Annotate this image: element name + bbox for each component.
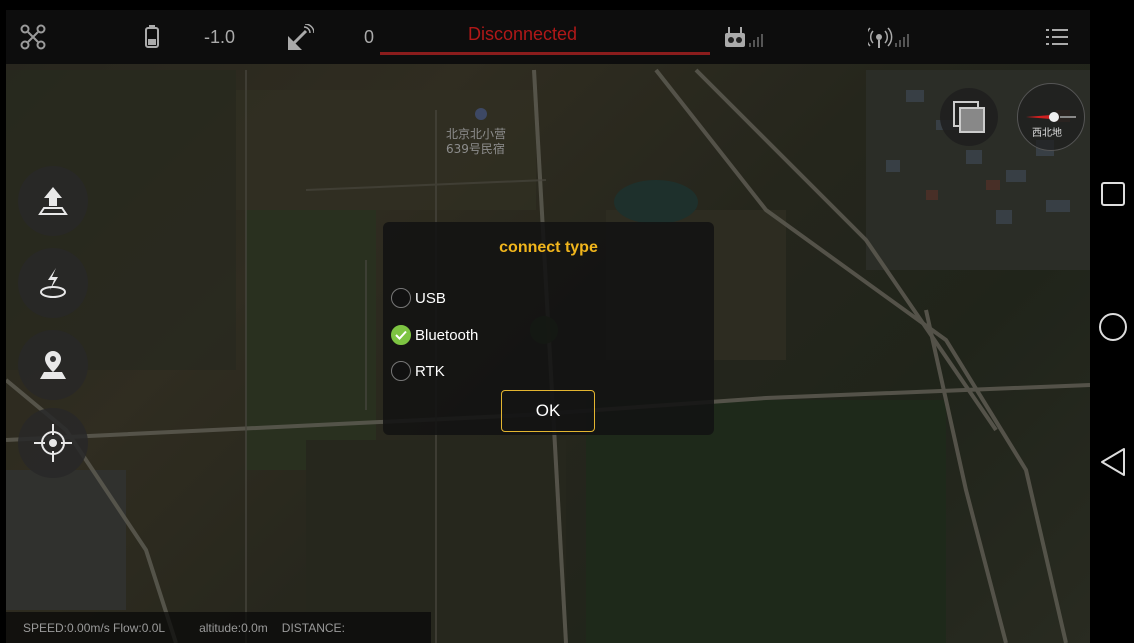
locate-button[interactable] bbox=[18, 408, 88, 478]
connection-status: Disconnected bbox=[468, 24, 578, 44]
android-navigation-bar bbox=[1090, 0, 1134, 643]
home-icon[interactable] bbox=[1098, 312, 1128, 342]
location-pin-icon bbox=[40, 351, 66, 379]
takeoff-icon bbox=[38, 187, 68, 215]
battery-value: -1.0 bbox=[204, 26, 236, 47]
battery-icon bbox=[144, 10, 160, 64]
option-rtk[interactable]: RTK bbox=[391, 359, 445, 383]
option-label: RTK bbox=[415, 362, 445, 380]
back-icon[interactable] bbox=[1100, 447, 1126, 477]
altitude-readout: altitude:0.0m bbox=[199, 620, 268, 635]
app-screen: 北京北小营 639号民宿 -1.0 0 Disconnected 西北地 SPE… bbox=[0, 0, 1134, 643]
return-home-icon bbox=[40, 268, 66, 298]
speed-flow-readout: SPEED:0.00m/s Flow:0.0L bbox=[23, 620, 166, 635]
satellite-icon bbox=[286, 10, 314, 64]
signal-icon bbox=[868, 10, 910, 64]
takeoff-button[interactable] bbox=[18, 166, 88, 236]
option-usb[interactable]: USB bbox=[391, 286, 446, 310]
map-layers-button[interactable] bbox=[940, 88, 998, 146]
radio-unchecked-icon[interactable] bbox=[391, 361, 411, 381]
radio-unchecked-icon[interactable] bbox=[391, 288, 411, 308]
radio-checked-icon[interactable] bbox=[391, 325, 411, 345]
option-label: USB bbox=[415, 289, 446, 307]
ok-button[interactable]: OK bbox=[501, 390, 595, 432]
remote-controller-icon bbox=[724, 10, 764, 64]
recent-apps-icon[interactable] bbox=[1100, 181, 1126, 207]
satellite-count: 0 bbox=[364, 26, 375, 47]
waypoint-button[interactable] bbox=[18, 330, 88, 400]
connect-type-dialog: connect type USB Bluetooth RTK OK bbox=[383, 222, 714, 435]
compass-icon bbox=[1026, 112, 1076, 122]
telemetry-bar: SPEED:0.00m/s Flow:0.0L altitude:0.0m DI… bbox=[6, 612, 431, 643]
crosshair-icon bbox=[34, 424, 72, 462]
option-label: Bluetooth bbox=[415, 326, 479, 344]
distance-readout: DISTANCE: bbox=[281, 620, 345, 635]
option-bluetooth[interactable]: Bluetooth bbox=[391, 323, 478, 347]
compass-button[interactable]: 西北地 bbox=[1017, 83, 1085, 151]
status-underline bbox=[380, 52, 710, 55]
menu-icon[interactable] bbox=[1046, 10, 1068, 64]
compass-label: 西北地 bbox=[1032, 128, 1062, 139]
drone-icon[interactable] bbox=[20, 10, 46, 64]
layers-icon bbox=[953, 101, 985, 133]
dialog-title: connect type bbox=[499, 239, 598, 256]
return-home-button[interactable] bbox=[18, 248, 88, 318]
